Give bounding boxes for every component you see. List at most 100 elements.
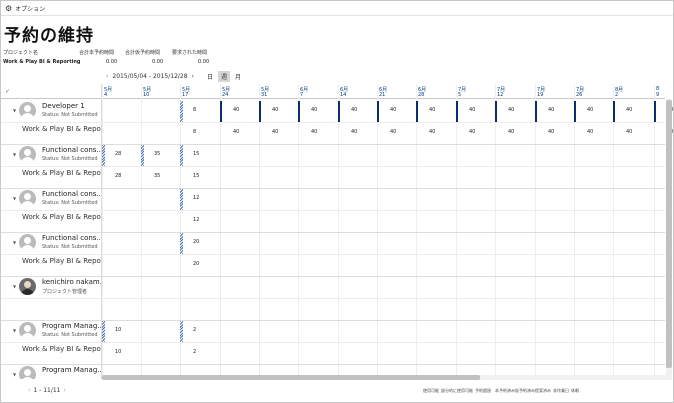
allocation-value[interactable]: 40 <box>311 107 317 113</box>
avatar-head <box>24 325 31 332</box>
allocation-value[interactable]: 8 <box>193 107 196 113</box>
allocation-value[interactable]: 40 <box>272 107 278 113</box>
expand-collapse-icon[interactable]: ▼ <box>13 240 16 245</box>
gear-icon[interactable]: ⚙ <box>5 4 12 13</box>
pager-next-icon[interactable]: › <box>64 387 66 394</box>
allocation-value[interactable]: 15 <box>193 173 199 179</box>
allocation-value[interactable]: 40 <box>469 129 475 135</box>
allocation-value[interactable]: 15 <box>193 151 199 157</box>
allocation-value[interactable]: 8 <box>193 129 196 135</box>
allocation-value[interactable]: 40 <box>272 129 278 135</box>
allocation-value[interactable]: 40 <box>429 107 435 113</box>
allocation-value[interactable]: 40 <box>469 107 475 113</box>
allocation-value[interactable]: 40 <box>233 129 239 135</box>
select-all-check-icon[interactable]: ✓ <box>5 88 10 95</box>
allocation-value[interactable]: 2 <box>193 349 196 355</box>
column-day-label: 9 <box>656 92 660 98</box>
summary-soft-booked-value: 0.00 <box>152 59 164 65</box>
hard-booked-marker <box>495 101 497 122</box>
legend-item: 仮予約済み <box>515 388 535 394</box>
resource-row-header[interactable]: ▼ Functional cons... Status: Not Submitted… <box>1 144 101 188</box>
horizontal-scroll-thumb[interactable] <box>102 375 480 380</box>
allocation-value[interactable]: 40 <box>351 107 357 113</box>
avatar-head <box>24 149 31 156</box>
view-day-button[interactable]: 日 <box>204 71 216 82</box>
allocation-value[interactable]: 40 <box>548 129 554 135</box>
allocation-value[interactable]: 12 <box>193 195 199 201</box>
horizontal-scrollbar[interactable] <box>102 375 666 380</box>
avatar-body <box>21 113 34 119</box>
person-icon <box>19 102 36 119</box>
view-month-button[interactable]: 月 <box>232 71 244 82</box>
resource-name[interactable]: Program Manag... <box>42 366 101 374</box>
allocation-value[interactable]: 28 <box>115 151 121 157</box>
allocation-value[interactable]: 40 <box>390 129 396 135</box>
partially-available-marker <box>180 101 183 122</box>
column-day-label: 24 <box>222 92 229 98</box>
legend-item: 本予約済み <box>495 388 515 394</box>
resource-status: Status: Not Submitted <box>42 112 98 118</box>
expand-collapse-icon[interactable]: ▼ <box>13 196 16 201</box>
allocation-value[interactable]: 35 <box>154 151 160 157</box>
resource-status: Status: Not Submitted <box>42 200 98 206</box>
prev-range-icon[interactable]: ‹ <box>106 73 108 80</box>
vertical-scroll-thumb[interactable] <box>666 100 672 368</box>
resource-row-header[interactable]: ▼ Program Manag... Status: Not Submitted Wo… <box>1 320 101 364</box>
allocation-value[interactable]: 28 <box>115 173 121 179</box>
resource-row-header[interactable]: ▼ Functional cons... Status: Not Submitted… <box>1 188 101 232</box>
project-name: Work & Play BI & Repor... <box>22 345 101 353</box>
allocation-value[interactable]: 40 <box>351 129 357 135</box>
options-bar[interactable]: ⚙ オプション <box>1 1 673 16</box>
allocation-value[interactable]: 40 <box>626 129 632 135</box>
summary-header-soft-booked: 合計仮予約時間 <box>125 50 161 56</box>
allocation-value[interactable]: 2 <box>193 327 196 333</box>
allocation-value[interactable]: 40 <box>390 107 396 113</box>
expand-collapse-icon[interactable]: ▼ <box>13 284 16 289</box>
resource-name[interactable]: kenichiro nakam... <box>42 278 101 286</box>
allocation-value[interactable]: 40 <box>587 107 593 113</box>
resource-row-header[interactable]: ▼ Developer 1 Status: Not Submitted Work & … <box>1 100 101 144</box>
avatar-body <box>21 201 34 207</box>
resource-name[interactable]: Program Manag... <box>42 322 101 330</box>
avatar-head <box>24 237 31 244</box>
resource-name[interactable]: Functional cons... <box>42 146 101 154</box>
allocation-value[interactable]: 40 <box>311 129 317 135</box>
allocation-value[interactable]: 40 <box>587 129 593 135</box>
resource-name[interactable]: Functional cons... <box>42 190 101 198</box>
avatar-body <box>21 289 34 295</box>
vertical-scrollbar[interactable] <box>666 99 672 380</box>
avatar-head <box>24 193 31 200</box>
next-range-icon[interactable]: › <box>192 73 194 80</box>
allocation-value[interactable]: 10 <box>115 349 121 355</box>
allocation-value[interactable]: 20 <box>193 261 199 267</box>
legend-label: 部分的に使用可能 <box>441 388 473 393</box>
resource-name[interactable]: Developer 1 <box>42 102 85 110</box>
allocation-value[interactable]: 10 <box>115 327 121 333</box>
resource-row-header[interactable]: ▼ Functional cons... Status: Not Submitted… <box>1 232 101 276</box>
pager-prev-icon[interactable]: ‹ <box>28 387 30 394</box>
legend-label: 予約超過 <box>475 388 491 393</box>
resource-row-header[interactable]: ▼ Program Manag... <box>1 364 101 379</box>
expand-collapse-icon[interactable]: ▼ <box>13 328 16 333</box>
person-icon <box>19 190 36 207</box>
resource-name[interactable]: Functional cons... <box>42 234 101 242</box>
allocation-value[interactable]: 20 <box>193 239 199 245</box>
allocation-value[interactable]: 40 <box>548 107 554 113</box>
hard-booked-marker <box>416 101 418 122</box>
expand-collapse-icon[interactable]: ▼ <box>13 108 16 113</box>
view-week-button[interactable]: 週 <box>217 70 230 82</box>
allocation-value[interactable]: 12 <box>193 217 199 223</box>
resource-row-header[interactable]: ▼ kenichiro nakam... プロジェクト管理者 <box>1 276 101 320</box>
partially-available-marker <box>141 145 144 166</box>
allocation-value[interactable]: 40 <box>626 107 632 113</box>
allocation-value[interactable]: 40 <box>508 107 514 113</box>
allocation-value[interactable]: 35 <box>154 173 160 179</box>
resource-status: Status: Not Submitted <box>42 244 98 250</box>
allocation-value[interactable]: 40 <box>508 129 514 135</box>
allocation-value[interactable]: 40 <box>429 129 435 135</box>
options-label[interactable]: オプション <box>15 4 45 13</box>
expand-collapse-icon[interactable]: ▼ <box>13 152 16 157</box>
allocation-value[interactable]: 40 <box>233 107 239 113</box>
column-day-label: 5 <box>458 92 462 98</box>
expand-collapse-icon[interactable]: ▼ <box>13 372 16 377</box>
